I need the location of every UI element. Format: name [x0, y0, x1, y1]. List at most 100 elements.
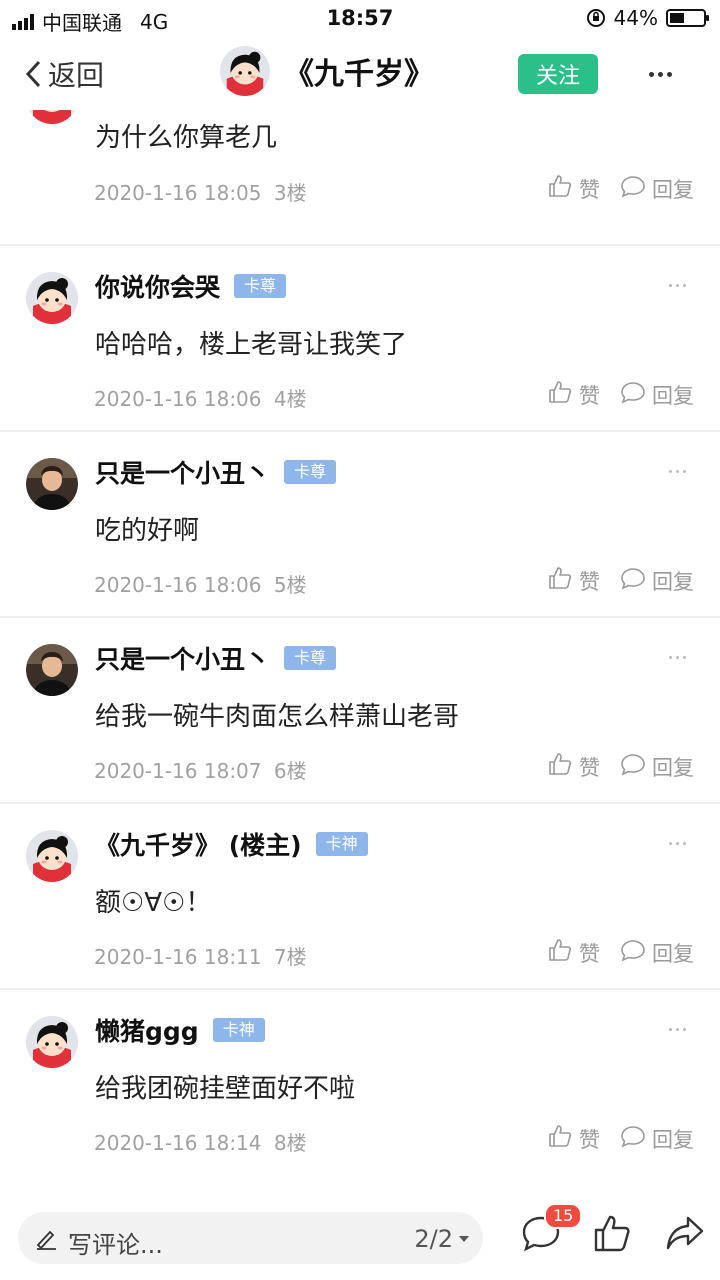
comment-date: 2020-1-16 18:14 — [94, 1131, 262, 1155]
comment-floor: 3楼 — [273, 181, 307, 205]
reply-button[interactable]: 回复 — [620, 937, 694, 968]
comment-content: 哈哈哈，楼上老哥让我笑了 — [95, 330, 408, 360]
comment-meta: 2020-1-16 18:11 7楼 — [94, 941, 307, 970]
avatar[interactable] — [220, 46, 270, 96]
like-label: 赞 — [579, 177, 600, 202]
level-badge: 卡神 — [315, 832, 368, 856]
comment-meta: 2020-1-16 18:06 4楼 — [94, 383, 307, 412]
comment-actions: 赞 回复 — [547, 379, 694, 410]
comment-actions: 赞 回复 — [547, 565, 694, 596]
orientation-lock-icon — [586, 9, 605, 27]
level-badge: 卡尊 — [284, 460, 337, 484]
reply-label: 回复 — [652, 383, 694, 408]
reply-label: 回复 — [652, 569, 694, 594]
author-name[interactable]: 只是一个小丑丶 — [95, 640, 270, 676]
comment-placeholder: 写评论... — [68, 1231, 163, 1259]
comment-content: 额☉∀☉！ — [95, 888, 212, 918]
caret-down-icon[interactable] — [459, 1236, 469, 1242]
speech-bubble-icon — [620, 751, 646, 782]
comment-date: 2020-1-16 18:11 — [94, 945, 262, 969]
page-title: 《九千岁》 — [284, 57, 434, 92]
reply-label: 回复 — [652, 941, 694, 966]
avatar[interactable] — [26, 644, 78, 696]
speech-bubble-icon — [620, 379, 646, 410]
thumbs-up-icon — [547, 173, 573, 204]
reply-label: 回复 — [652, 1127, 694, 1152]
comment-input[interactable]: 写评论... 2/2 — [18, 1212, 483, 1264]
more-horizontal-icon[interactable] — [669, 842, 686, 845]
speech-bubble-icon — [620, 173, 646, 204]
comment-actions: 赞 回复 — [547, 751, 694, 782]
back-button[interactable]: 返回 — [24, 54, 104, 94]
nav-bar: 返回 《九千岁》 关注 — [0, 38, 720, 110]
author-name[interactable]: 只是一个小丑丶 — [95, 454, 270, 490]
reply-button[interactable]: 回复 — [620, 751, 694, 782]
comment-content: 吃的好啊 — [95, 516, 200, 546]
comment-meta: 2020-1-16 18:07 6楼 — [94, 755, 307, 784]
comment-count-badge: 15 — [544, 1203, 583, 1229]
more-horizontal-icon[interactable] — [669, 284, 686, 287]
speech-bubble-icon — [620, 565, 646, 596]
author-name[interactable]: 你说你会哭 — [95, 268, 220, 304]
more-horizontal-icon[interactable] — [669, 1028, 686, 1031]
avatar[interactable] — [26, 272, 78, 324]
like-button[interactable]: 赞 — [547, 751, 600, 782]
page-indicator[interactable]: 2/2 — [414, 1225, 453, 1253]
bottom-toolbar: 写评论... 2/2 15 — [0, 1200, 720, 1280]
comment-content: 给我一碗牛肉面怎么样萧山老哥 — [95, 702, 460, 732]
like-label: 赞 — [579, 1127, 600, 1152]
comment-item: 只是一个小丑丶 卡尊 吃的好啊 2020-1-16 18:06 5楼 赞 回复 — [0, 432, 720, 618]
like-label: 赞 — [579, 383, 600, 408]
like-button[interactable]: 赞 — [547, 565, 600, 596]
like-label: 赞 — [579, 569, 600, 594]
comment-meta: 2020-1-16 18:05 3楼 — [94, 177, 307, 206]
like-button[interactable]: 赞 — [547, 937, 600, 968]
like-button[interactable]: 赞 — [547, 1123, 600, 1154]
avatar[interactable] — [26, 830, 78, 882]
author-name[interactable]: 《九千岁》 (楼主) — [95, 826, 302, 862]
reply-button[interactable]: 回复 — [620, 173, 694, 204]
avatar[interactable] — [26, 1016, 78, 1068]
follow-button[interactable]: 关注 — [518, 54, 598, 94]
level-badge: 卡神 — [212, 1018, 265, 1042]
like-label: 赞 — [579, 941, 600, 966]
like-label: 赞 — [579, 755, 600, 780]
more-horizontal-icon[interactable] — [669, 470, 686, 473]
pencil-icon — [36, 1230, 56, 1250]
comment-actions: 赞 回复 — [547, 173, 694, 204]
thumbs-up-icon — [547, 937, 573, 968]
comment-date: 2020-1-16 18:07 — [94, 759, 262, 783]
comment-actions: 赞 回复 — [547, 937, 694, 968]
reply-label: 回复 — [652, 177, 694, 202]
comment-content: 给我团碗挂壁面好不啦 — [95, 1074, 356, 1104]
like-button[interactable]: 赞 — [547, 379, 600, 410]
comment-item: 《九千岁》 (楼主) 卡神 额☉∀☉！ 2020-1-16 18:11 7楼 赞… — [0, 804, 720, 990]
thumbs-up-icon — [547, 565, 573, 596]
comment-item: 你说你会哭 卡尊 哈哈哈，楼上老哥让我笑了 2020-1-16 18:06 4楼… — [0, 246, 720, 432]
comment-list[interactable]: 为什么你算老几 2020-1-16 18:05 3楼 赞 回复 你说你会哭 卡尊… — [0, 80, 720, 1174]
thumbs-up-icon[interactable] — [592, 1212, 632, 1254]
share-icon[interactable] — [664, 1212, 706, 1254]
thumbs-up-icon — [547, 379, 573, 410]
comment-actions: 赞 回复 — [547, 1123, 694, 1154]
comment-content: 为什么你算老几 — [95, 123, 278, 153]
comment-item: 懒猪ggg 卡神 给我团碗挂壁面好不啦 2020-1-16 18:14 8楼 赞… — [0, 990, 720, 1174]
speech-bubble-icon — [620, 937, 646, 968]
comment-meta: 2020-1-16 18:06 5楼 — [94, 569, 307, 598]
battery-percent: 44% — [613, 6, 658, 30]
reply-button[interactable]: 回复 — [620, 565, 694, 596]
author-name[interactable]: 懒猪ggg — [95, 1012, 199, 1048]
comment-floor: 4楼 — [273, 387, 307, 411]
speech-bubble-icon — [620, 1123, 646, 1154]
reply-button[interactable]: 回复 — [620, 379, 694, 410]
more-horizontal-icon[interactable] — [669, 656, 686, 659]
level-badge: 卡尊 — [234, 274, 287, 298]
reply-button[interactable]: 回复 — [620, 1123, 694, 1154]
comment-floor: 6楼 — [273, 759, 307, 783]
more-horizontal-icon[interactable] — [640, 54, 680, 94]
avatar[interactable] — [26, 458, 78, 510]
like-button[interactable]: 赞 — [547, 173, 600, 204]
comment-date: 2020-1-16 18:06 — [94, 573, 262, 597]
chevron-left-icon — [25, 60, 41, 88]
reply-label: 回复 — [652, 755, 694, 780]
